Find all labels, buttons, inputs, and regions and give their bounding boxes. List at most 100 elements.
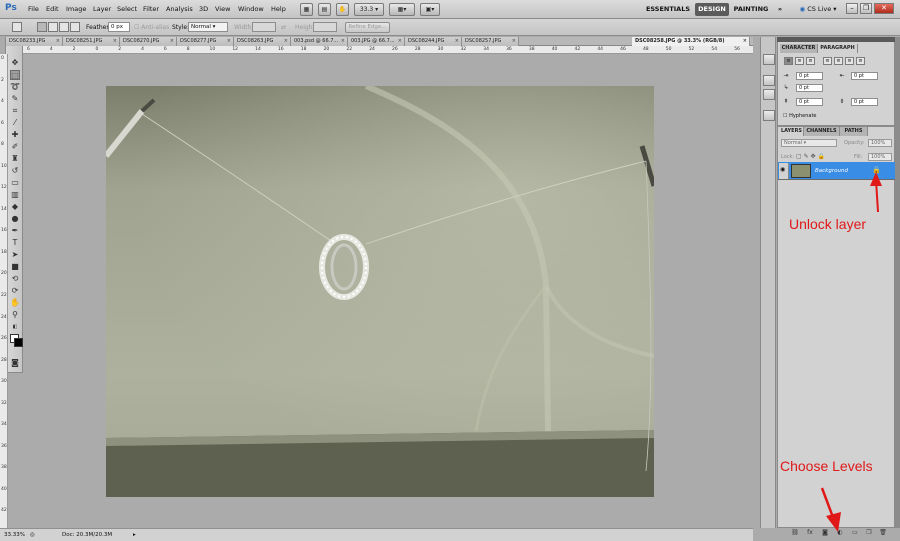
- default-colors-icon[interactable]: ◧: [10, 322, 20, 332]
- tab-close-icon[interactable]: ×: [284, 37, 288, 46]
- menu-view[interactable]: View: [215, 5, 230, 13]
- gradient-tool-icon[interactable]: ▥: [10, 190, 20, 200]
- tab-layers[interactable]: LAYERS: [780, 127, 804, 136]
- dodge-tool-icon[interactable]: ●: [10, 214, 20, 224]
- style-select[interactable]: Normal ▾: [188, 22, 228, 32]
- feather-input[interactable]: 0 px: [108, 22, 130, 32]
- menu-window[interactable]: Window: [238, 5, 264, 13]
- add-selection-icon[interactable]: [48, 22, 58, 32]
- tab-dsc08251[interactable]: DSC08251.JPG ×: [63, 37, 120, 46]
- lasso-tool-icon[interactable]: ➰: [10, 82, 20, 92]
- tab-close-icon[interactable]: ×: [113, 37, 117, 46]
- history-brush-tool-icon[interactable]: ↺: [10, 166, 20, 176]
- hand-tool-button[interactable]: ✋: [336, 3, 349, 16]
- workspace-essentials[interactable]: ESSENTIALS: [644, 3, 692, 16]
- tab-dsc08263[interactable]: DSC08263.JPG ×: [234, 37, 291, 46]
- blur-tool-icon[interactable]: ◆: [10, 202, 20, 212]
- screen-mode-button[interactable]: ▣▾: [420, 3, 440, 16]
- space-before-input[interactable]: 0 pt: [796, 98, 823, 106]
- move-tool-icon[interactable]: ✥: [10, 58, 20, 68]
- menu-edit[interactable]: Edit: [46, 5, 59, 13]
- dock-character-icon[interactable]: [763, 110, 775, 121]
- tab-character[interactable]: CHARACTER: [780, 44, 818, 53]
- type-tool-icon[interactable]: T: [10, 238, 20, 248]
- tab-003-psd[interactable]: 003.psd @ 66.7... ×: [291, 37, 348, 46]
- tab-dsc08270[interactable]: DSC08270.JPG ×: [120, 37, 177, 46]
- dock-swatches-icon[interactable]: [763, 89, 775, 100]
- antialias-checkbox-label[interactable]: ☐ Anti-alias: [134, 24, 169, 31]
- cs-live-button[interactable]: ◉ CS Live ▾: [796, 3, 840, 16]
- height-input[interactable]: [313, 22, 337, 32]
- tab-close-icon[interactable]: ×: [743, 37, 747, 46]
- subtract-selection-icon[interactable]: [59, 22, 69, 32]
- hyphenate-checkbox[interactable]: ☐ Hyphenate: [783, 113, 817, 119]
- marquee-tool-icon[interactable]: ⬚: [10, 70, 20, 80]
- brush-tool-icon[interactable]: ✐: [10, 142, 20, 152]
- justify-last-left-icon[interactable]: ≡: [823, 57, 832, 65]
- tab-dsc08258-active[interactable]: DSC08258.JPG @ 33.3% (RGB/8) ×: [632, 37, 750, 46]
- tab-close-icon[interactable]: ×: [341, 37, 345, 46]
- tab-paragraph[interactable]: PARAGRAPH: [818, 44, 858, 53]
- refine-edge-button[interactable]: Refine Edge...: [345, 22, 390, 33]
- swap-icon[interactable]: ⇄: [281, 24, 286, 31]
- indent-right-input[interactable]: 0 pt: [851, 72, 878, 80]
- path-select-tool-icon[interactable]: ➤: [10, 250, 20, 260]
- arrange-documents-button[interactable]: ▦▾: [389, 3, 415, 16]
- 3d-orbit-tool-icon[interactable]: ⟳: [10, 286, 20, 296]
- fill-input[interactable]: 100%: [868, 153, 892, 161]
- justify-last-right-icon[interactable]: ≡: [845, 57, 854, 65]
- tab-003-jpg[interactable]: 003.JPG @ 66.7... ×: [348, 37, 405, 46]
- restore-button[interactable]: ❐: [860, 3, 872, 14]
- tab-paths[interactable]: PATHS: [840, 127, 868, 136]
- status-zoom[interactable]: 33.33%: [4, 531, 25, 539]
- menu-layer[interactable]: Layer: [93, 5, 111, 13]
- pen-tool-icon[interactable]: ✒: [10, 226, 20, 236]
- shape-tool-icon[interactable]: ■: [10, 262, 20, 272]
- hand-tool-icon[interactable]: ✋: [10, 298, 20, 308]
- menu-filter[interactable]: Filter: [143, 5, 159, 13]
- lock-options-icons[interactable]: ▢ ✎ ✥ 🔒: [796, 153, 825, 160]
- dock-history-icon[interactable]: [763, 54, 775, 65]
- align-right-icon[interactable]: ≡: [806, 57, 815, 65]
- menu-file[interactable]: File: [28, 5, 39, 13]
- quick-select-tool-icon[interactable]: ✎: [10, 94, 20, 104]
- menu-analysis[interactable]: Analysis: [166, 5, 193, 13]
- tab-dsc08277[interactable]: DSC08277.JPG ×: [177, 37, 234, 46]
- workspace-design[interactable]: DESIGN: [695, 3, 729, 16]
- bridge-button[interactable]: ▦: [300, 3, 313, 16]
- intersect-selection-icon[interactable]: [70, 22, 80, 32]
- menu-image[interactable]: Image: [66, 5, 86, 13]
- tab-dsc08244[interactable]: DSC08244.JPG ×: [405, 37, 462, 46]
- tab-close-icon[interactable]: ×: [398, 37, 402, 46]
- 3d-rotate-tool-icon[interactable]: ⟲: [10, 274, 20, 284]
- status-menu-icon[interactable]: ▸: [133, 531, 136, 539]
- workspace-painting[interactable]: PAINTING: [733, 3, 769, 16]
- eyedropper-tool-icon[interactable]: ⁄: [10, 118, 20, 128]
- healing-brush-tool-icon[interactable]: ✚: [10, 130, 20, 140]
- tab-dsc08257[interactable]: DSC08257.JPG ×: [462, 37, 519, 46]
- quick-mask-icon[interactable]: ◙: [10, 358, 20, 368]
- menu-3d[interactable]: 3D: [199, 5, 208, 13]
- zoom-level-select[interactable]: 33.3 ▾: [354, 3, 384, 16]
- tab-channels[interactable]: CHANNELS: [804, 127, 840, 136]
- blend-mode-select[interactable]: Normal ▾: [781, 139, 837, 147]
- indent-left-input[interactable]: 0 pt: [796, 72, 823, 80]
- status-icon[interactable]: ◎: [30, 531, 35, 539]
- tab-close-icon[interactable]: ×: [227, 37, 231, 46]
- justify-last-center-icon[interactable]: ≡: [834, 57, 843, 65]
- dock-actions-icon[interactable]: [763, 75, 775, 86]
- tab-close-icon[interactable]: ×: [56, 37, 60, 46]
- align-center-icon[interactable]: ≡: [795, 57, 804, 65]
- tab-close-icon[interactable]: ×: [170, 37, 174, 46]
- eraser-tool-icon[interactable]: ▭: [10, 178, 20, 188]
- indent-first-line-input[interactable]: 0 pt: [796, 84, 823, 92]
- document-canvas[interactable]: [106, 86, 654, 497]
- minibridge-button[interactable]: ▤: [318, 3, 331, 16]
- space-after-input[interactable]: 0 pt: [851, 98, 878, 106]
- clone-stamp-tool-icon[interactable]: ♜: [10, 154, 20, 164]
- menu-help[interactable]: Help: [271, 5, 286, 13]
- align-left-icon[interactable]: ≡: [784, 57, 793, 65]
- opacity-input[interactable]: 100%: [868, 139, 892, 147]
- close-button[interactable]: ✕: [874, 3, 894, 14]
- zoom-tool-icon[interactable]: ⚲: [10, 310, 20, 320]
